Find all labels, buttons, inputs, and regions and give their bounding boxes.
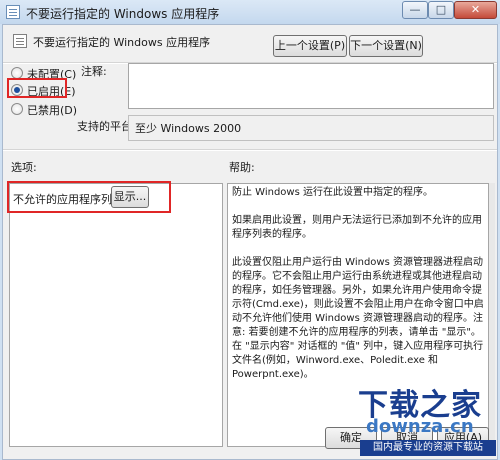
window-title: 不要运行指定的 Windows 应用程序 <box>26 7 220 21</box>
maximize-button[interactable]: □ <box>428 1 454 19</box>
watermark-tagline: 国内最专业的资源下载站 <box>360 440 496 456</box>
next-setting-button[interactable]: 下一个设置(N) <box>349 35 423 57</box>
previous-setting-button[interactable]: 上一个设置(P) <box>273 35 347 57</box>
help-label: 帮助: <box>229 161 255 174</box>
title-bar: 不要运行指定的 Windows 应用程序 — □ ✕ <box>0 0 500 24</box>
radio-label: 已禁用(D) <box>27 104 78 117</box>
setting-icon <box>13 34 27 48</box>
help-paragraph: 此设置仅阻止用户运行由 Windows 资源管理器进程启动的程序。它不会阻止用户… <box>232 257 484 380</box>
watermark-url: downza.cn <box>366 416 474 437</box>
minimize-button[interactable]: — <box>402 1 428 19</box>
policy-icon <box>6 5 20 19</box>
options-label: 选项: <box>11 161 37 174</box>
close-button[interactable]: ✕ <box>454 1 497 19</box>
platform-label: 支持的平台: <box>77 120 136 133</box>
notes-textarea[interactable] <box>128 63 494 109</box>
highlight-box-options <box>7 181 171 213</box>
watermark: 下载之家 downza.cn 国内最专业的资源下载站 <box>352 380 498 460</box>
setting-title: 不要运行指定的 Windows 应用程序 <box>33 36 211 49</box>
radio-circle[interactable] <box>11 103 23 115</box>
platform-value: 至少 Windows 2000 <box>128 115 494 141</box>
options-pane <box>9 183 223 447</box>
highlight-box-enabled <box>7 78 67 98</box>
notes-label: 注释: <box>81 65 107 78</box>
help-paragraph: 防止 Windows 运行在此设置中指定的程序。 <box>232 187 433 198</box>
section-divider <box>3 149 497 151</box>
help-paragraph: 如果启用此设置，则用户无法运行已添加到不允许的应用程序列表的程序。 <box>232 215 482 240</box>
